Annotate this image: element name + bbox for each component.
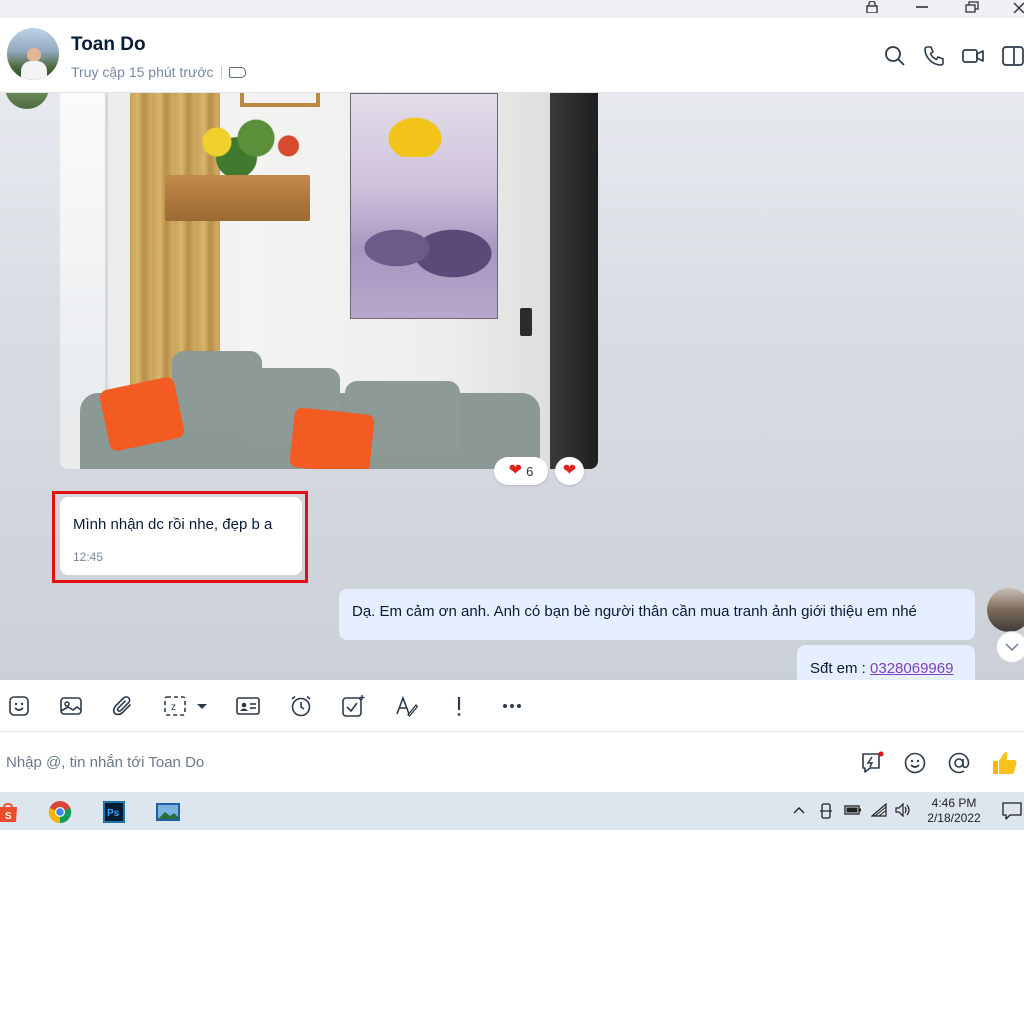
highlight-box xyxy=(52,491,308,583)
outgoing-message[interactable]: Sđt em : 0328069969 xyxy=(797,645,975,680)
important-icon[interactable] xyxy=(446,693,472,719)
clock-time: 4:46 PM xyxy=(931,796,977,810)
quick-message-icon[interactable] xyxy=(859,750,885,776)
contact-avatar[interactable] xyxy=(7,28,59,80)
phone-icon[interactable] xyxy=(922,44,946,68)
volume-icon[interactable] xyxy=(895,802,913,820)
business-card-icon[interactable] xyxy=(235,693,261,719)
wifi-icon[interactable] xyxy=(870,802,887,820)
shopee-icon[interactable]: S xyxy=(0,800,20,824)
chrome-icon[interactable] xyxy=(48,800,72,824)
outgoing-message[interactable]: Dạ. Em cảm ơn anh. Anh có bạn bè người t… xyxy=(339,589,975,640)
lock-icon[interactable] xyxy=(862,0,882,14)
video-icon[interactable] xyxy=(961,44,985,68)
emoji-icon[interactable] xyxy=(902,750,928,776)
close-icon[interactable] xyxy=(1012,0,1024,14)
label-tag-icon[interactable] xyxy=(228,66,246,78)
zalo-chat-window: Toan Do Truy cập 15 phút trước ❤ 6 ❤ Mìn… xyxy=(0,0,1024,1024)
sticker-icon[interactable] xyxy=(6,693,32,719)
like-icon[interactable] xyxy=(992,750,1018,776)
svg-text:S: S xyxy=(5,811,12,822)
system-clock[interactable]: 4:46 PM 2/18/2022 xyxy=(916,796,992,826)
scroll-to-bottom-button[interactable] xyxy=(996,631,1024,663)
photos-icon[interactable] xyxy=(155,800,180,824)
heart-icon: ❤ xyxy=(508,462,523,479)
tray-overflow-icon[interactable] xyxy=(792,803,806,820)
last-seen-text: Truy cập 15 phút trước xyxy=(71,64,214,80)
search-icon[interactable] xyxy=(883,44,907,68)
message-text: Dạ. Em cảm ơn anh. Anh có bạn bè người t… xyxy=(352,603,917,620)
more-icon[interactable] xyxy=(499,693,525,719)
battery-icon[interactable] xyxy=(844,803,862,820)
reaction-summary[interactable]: ❤ 6 xyxy=(494,457,548,485)
contact-name[interactable]: Toan Do xyxy=(71,34,146,56)
task-icon[interactable] xyxy=(340,693,366,719)
svg-text:Ps: Ps xyxy=(107,808,120,819)
shared-image-message[interactable] xyxy=(60,93,598,469)
reaction-count: 6 xyxy=(526,463,534,479)
phone-link-icon[interactable] xyxy=(819,803,833,822)
message-input[interactable] xyxy=(0,732,820,792)
composer xyxy=(0,732,1024,792)
image-icon[interactable] xyxy=(58,693,84,719)
window-titlebar xyxy=(0,0,1024,18)
chat-header: Toan Do Truy cập 15 phút trước xyxy=(0,18,1024,93)
minimize-icon[interactable] xyxy=(912,0,932,14)
sidebar-toggle-icon[interactable] xyxy=(1000,44,1024,68)
react-button[interactable]: ❤ xyxy=(555,457,584,485)
clock-date: 2/18/2022 xyxy=(927,811,981,825)
heart-icon: ❤ xyxy=(562,462,577,479)
composer-toolbar: z xyxy=(0,680,1024,732)
phone-number-link[interactable]: 0328069969 xyxy=(870,660,953,677)
notifications-icon[interactable] xyxy=(1002,802,1022,823)
attachment-icon[interactable] xyxy=(110,693,136,719)
os-taskbar: S Ps 4:46 PM 2/18/2022 xyxy=(0,792,1024,830)
photoshop-icon[interactable]: Ps xyxy=(102,800,126,824)
contact-status: Truy cập 15 phút trước xyxy=(71,64,246,80)
my-avatar[interactable] xyxy=(987,588,1024,632)
mention-icon[interactable] xyxy=(946,750,972,776)
reminder-icon[interactable] xyxy=(288,693,314,719)
message-list[interactable]: ❤ 6 ❤ Mình nhận dc rồi nhe, đẹp b a 12:4… xyxy=(0,93,1024,680)
divider xyxy=(220,65,222,79)
screenshot-icon[interactable]: z xyxy=(163,693,211,719)
sender-avatar[interactable] xyxy=(5,93,49,109)
text-format-icon[interactable] xyxy=(393,693,419,719)
svg-text:z: z xyxy=(171,702,176,713)
message-text: Sđt em : xyxy=(810,660,871,677)
chevron-down-icon xyxy=(1005,643,1019,652)
restore-icon[interactable] xyxy=(962,0,982,14)
